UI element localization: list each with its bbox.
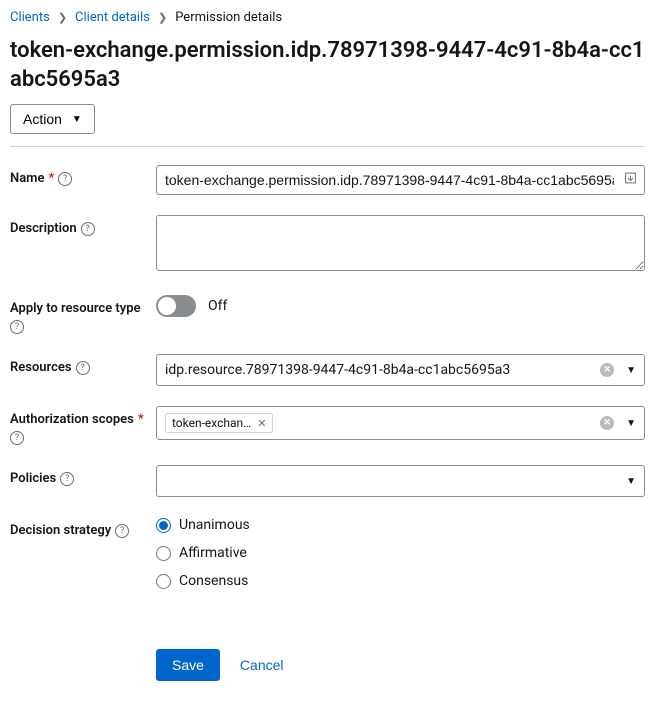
auth-scope-chip: token-exchan… ✕ bbox=[165, 413, 273, 433]
radio-option-unanimous[interactable]: Unanimous bbox=[156, 517, 645, 533]
caret-down-icon: ▼ bbox=[626, 418, 636, 429]
resources-label: Resources bbox=[10, 360, 72, 375]
name-label: Name bbox=[10, 171, 44, 186]
radio-label: Consensus bbox=[179, 573, 248, 589]
radio-option-affirmative[interactable]: Affirmative bbox=[156, 545, 645, 561]
breadcrumb-link-client-details[interactable]: Client details bbox=[75, 10, 150, 25]
help-icon[interactable]: ? bbox=[76, 361, 90, 375]
header-divider bbox=[10, 146, 645, 147]
policies-label: Policies bbox=[10, 471, 56, 486]
radio-input[interactable] bbox=[156, 574, 171, 589]
decision-strategy-label: Decision strategy bbox=[10, 523, 111, 538]
required-indicator: * bbox=[138, 412, 144, 427]
chip-label: token-exchan… bbox=[172, 416, 251, 430]
page-title: token-exchange.permission.idp.78971398-9… bbox=[10, 37, 645, 94]
radio-input[interactable] bbox=[156, 546, 171, 561]
chevron-right-icon: ❯ bbox=[58, 11, 67, 24]
policies-select[interactable]: ▼ bbox=[156, 465, 645, 497]
chevron-right-icon: ❯ bbox=[158, 11, 167, 24]
resources-selected-value: idp.resource.78971398-9447-4c91-8b4a-cc1… bbox=[165, 362, 592, 378]
name-input[interactable] bbox=[156, 165, 645, 195]
save-button[interactable]: Save bbox=[156, 649, 220, 681]
cancel-button[interactable]: Cancel bbox=[236, 649, 288, 681]
help-icon[interactable]: ? bbox=[10, 320, 24, 334]
radio-option-consensus[interactable]: Consensus bbox=[156, 573, 645, 589]
action-dropdown-button[interactable]: Action ▼ bbox=[10, 104, 95, 134]
breadcrumb-link-clients[interactable]: Clients bbox=[10, 10, 50, 25]
apply-resource-type-label: Apply to resource type bbox=[10, 301, 141, 316]
switch-knob bbox=[158, 297, 176, 315]
help-icon[interactable]: ? bbox=[115, 524, 129, 538]
clear-icon[interactable]: ✕ bbox=[600, 416, 614, 430]
caret-down-icon: ▼ bbox=[626, 365, 636, 376]
auth-scopes-select[interactable]: token-exchan… ✕ ✕ ▼ bbox=[156, 406, 645, 440]
decision-strategy-radio-group: Unanimous Affirmative Consensus bbox=[156, 517, 645, 589]
radio-label: Affirmative bbox=[179, 545, 247, 561]
caret-down-icon: ▼ bbox=[626, 476, 636, 487]
resources-select[interactable]: idp.resource.78971398-9447-4c91-8b4a-cc1… bbox=[156, 354, 645, 386]
description-textarea[interactable] bbox=[156, 215, 645, 271]
switch-state-label: Off bbox=[208, 298, 227, 314]
caret-down-icon: ▼ bbox=[72, 114, 82, 125]
apply-resource-type-switch[interactable] bbox=[156, 295, 196, 317]
required-indicator: * bbox=[48, 171, 54, 186]
radio-label: Unanimous bbox=[179, 517, 250, 533]
breadcrumb-current: Permission details bbox=[175, 10, 282, 25]
chip-remove-icon[interactable]: ✕ bbox=[257, 417, 266, 430]
breadcrumb: Clients ❯ Client details ❯ Permission de… bbox=[10, 10, 645, 25]
help-icon[interactable]: ? bbox=[60, 472, 74, 486]
description-label: Description bbox=[10, 221, 77, 236]
auth-scopes-label: Authorization scopes bbox=[10, 412, 134, 427]
radio-input[interactable] bbox=[156, 518, 171, 533]
help-icon[interactable]: ? bbox=[81, 222, 95, 236]
help-icon[interactable]: ? bbox=[58, 172, 72, 186]
input-overflow-icon bbox=[624, 172, 637, 189]
clear-icon[interactable]: ✕ bbox=[600, 363, 614, 377]
action-dropdown-label: Action bbox=[23, 111, 62, 127]
help-icon[interactable]: ? bbox=[10, 431, 24, 445]
